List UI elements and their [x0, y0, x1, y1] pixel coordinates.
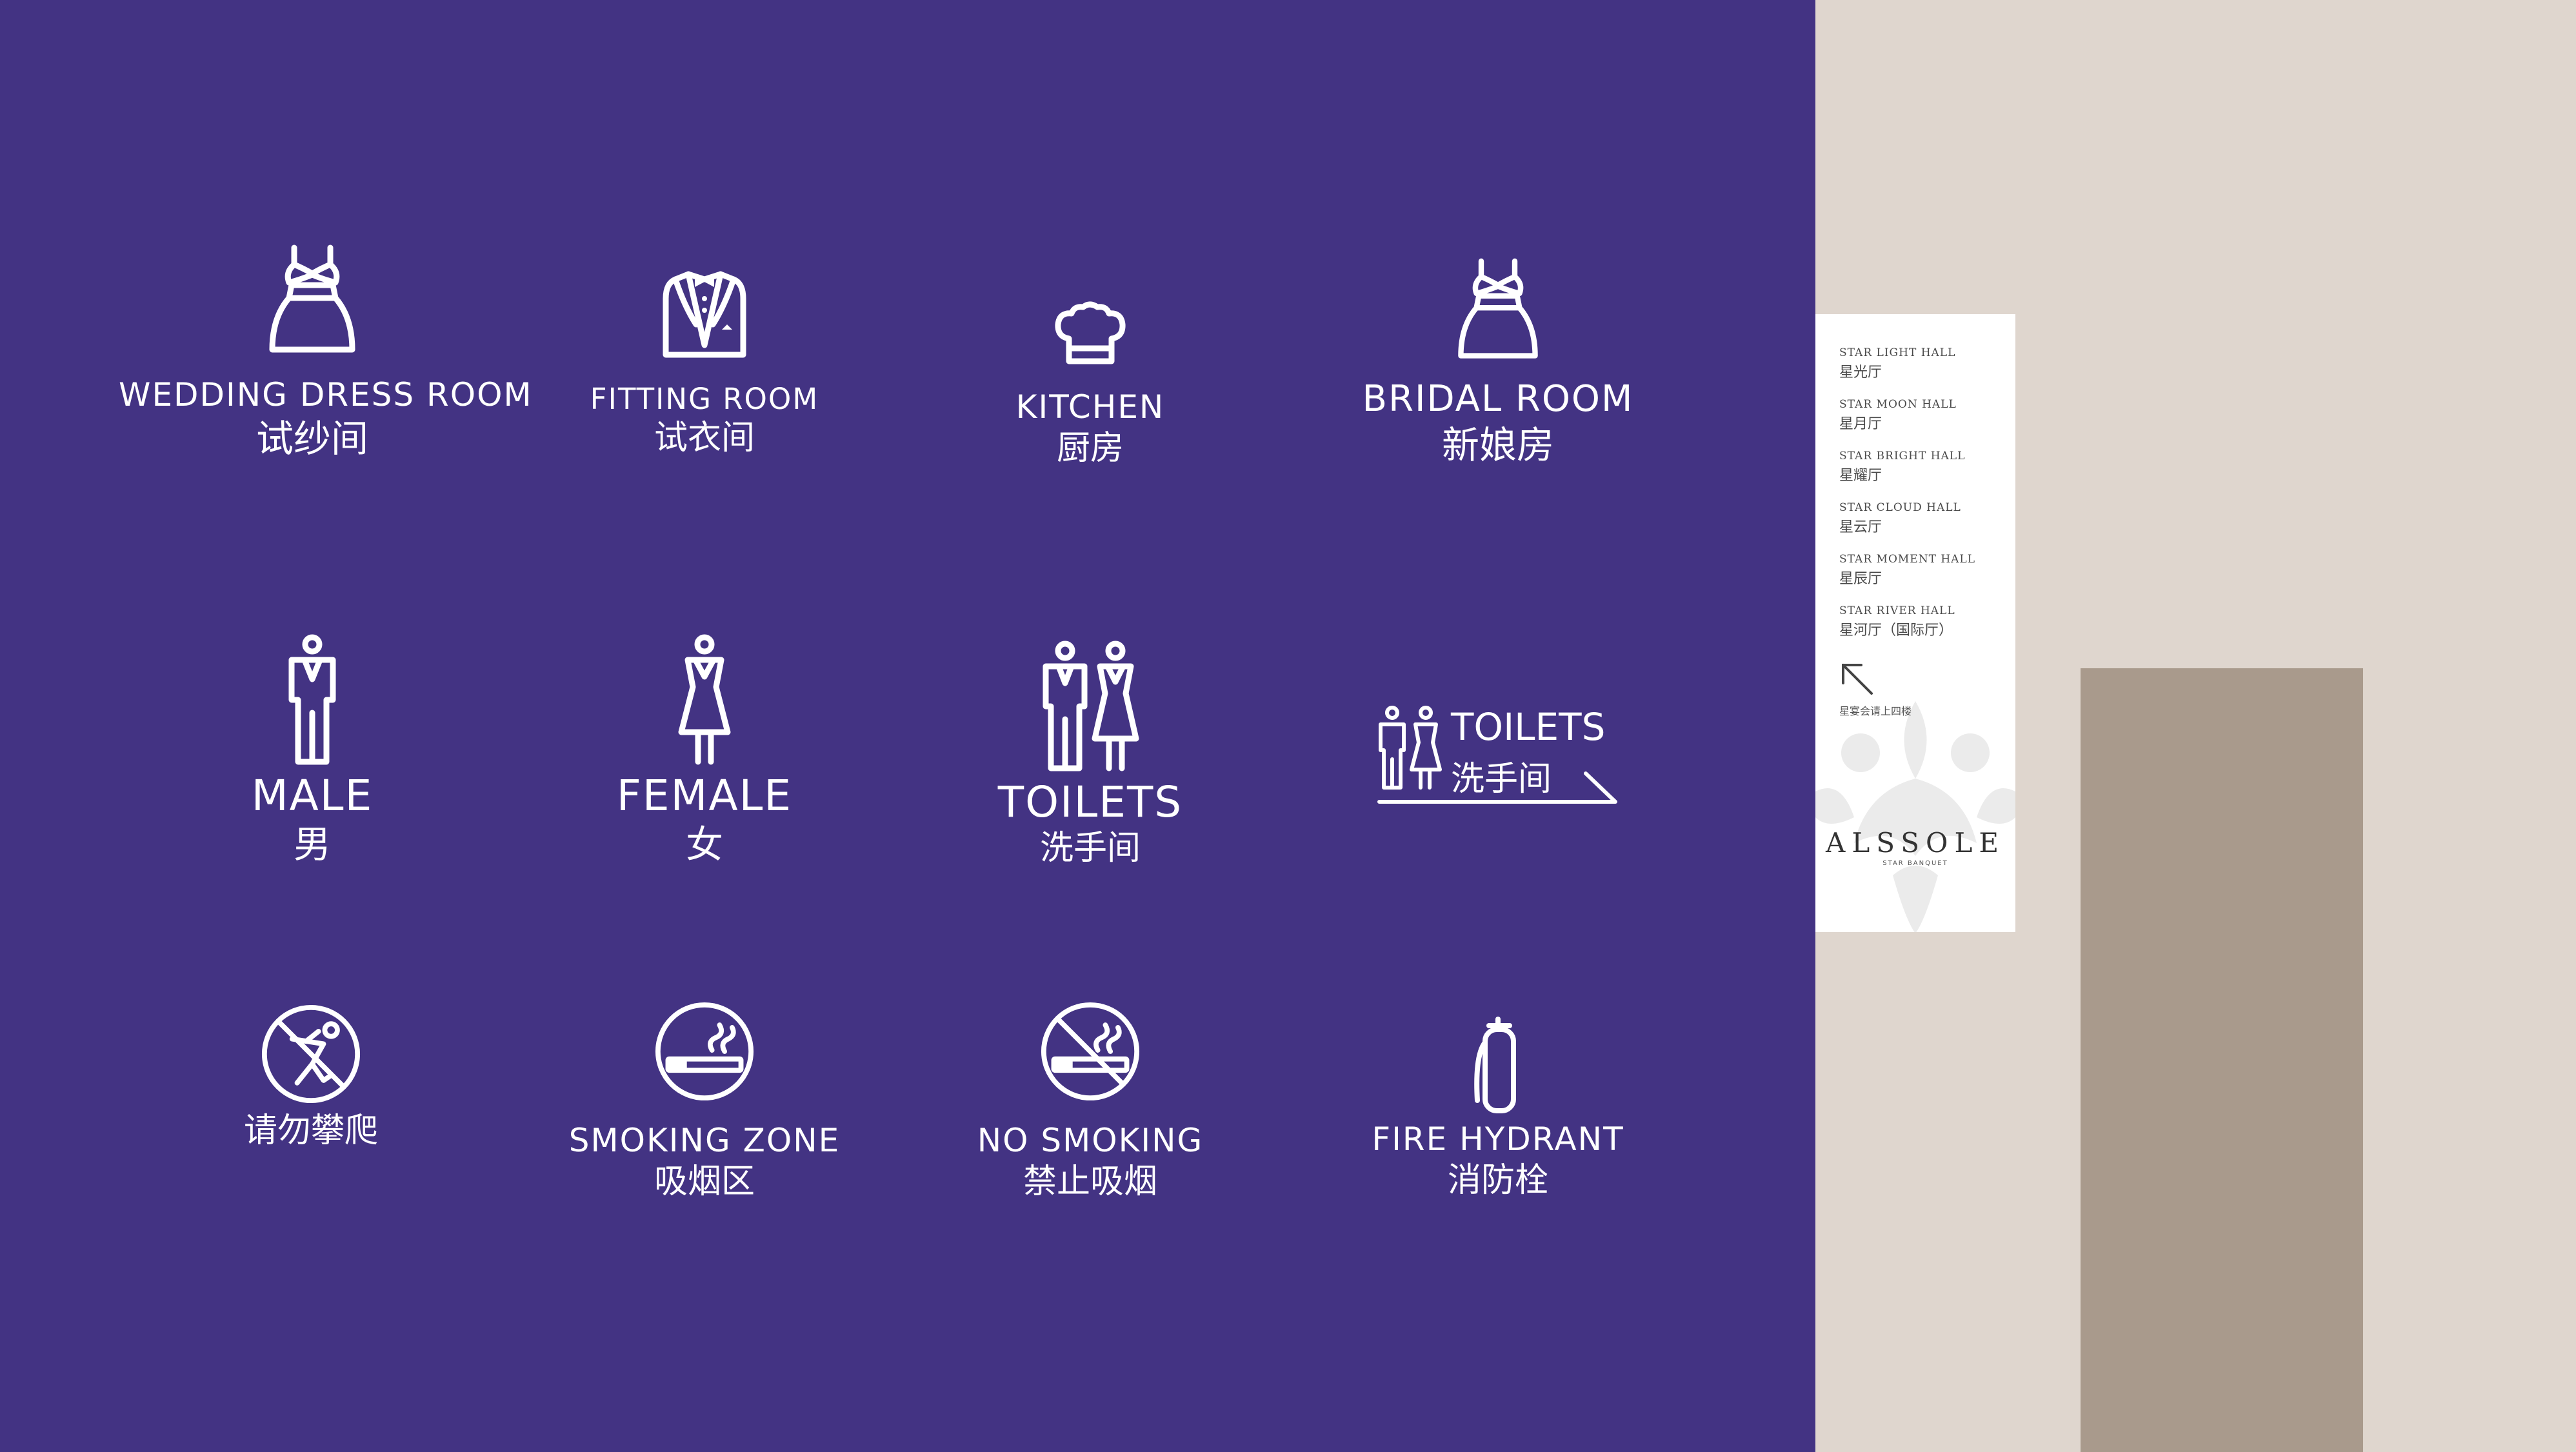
sign-label-zh: 禁止吸烟 [1023, 1162, 1157, 1201]
hall-item: STAR CLOUD HALL 星云厅 [1839, 501, 1961, 536]
sign-label-zh: 新娘房 [1441, 423, 1554, 467]
sign-fire-hydrant: FIRE HYDRANT 消防栓 [1304, 1017, 1692, 1200]
male-figure-icon [288, 634, 336, 765]
sign-label-zh: 洗手间 [1039, 829, 1141, 868]
hall-name-en: STAR RIVER HALL [1839, 604, 1955, 617]
sign-label-en: KITCHEN [1015, 388, 1165, 426]
sign-male: MALE 男 [119, 634, 506, 867]
toilets-direction-en: TOILETS [1451, 705, 1606, 749]
sign-bridal-room: BRIDAL ROOM 新娘房 [1304, 258, 1692, 466]
hall-name-zh: 星耀厅 [1839, 468, 1882, 484]
tuxedo-icon [663, 271, 746, 358]
sign-kitchen: KITCHEN 厨房 [897, 301, 1284, 468]
hall-name-en: STAR MOMENT HALL [1839, 553, 1975, 566]
fire-extinguisher-icon [1474, 1017, 1516, 1113]
cigarette-icon [655, 1002, 754, 1101]
sign-label-zh: 女 [685, 822, 723, 867]
sign-label-en: TOILETS [997, 777, 1183, 827]
sign-label-zh: 厨房 [1056, 428, 1124, 468]
sign-toilets: TOILETS 洗手间 [897, 641, 1284, 868]
sign-label-zh: 请勿攀爬 [243, 1111, 378, 1150]
sign-label-en: FEMALE [616, 771, 793, 820]
sign-label-zh: 试纱间 [255, 416, 368, 461]
hall-name-zh: 星云厅 [1839, 519, 1882, 535]
sign-no-climbing: 请勿攀爬 [117, 1004, 504, 1151]
brand-tagline: STAR BANQUET [1882, 860, 1948, 867]
hall-item: STAR LIGHT HALL 星光厅 [1839, 346, 1955, 381]
dress-icon [1458, 258, 1538, 359]
dress-icon [269, 244, 355, 353]
hall-name-zh: 星辰厅 [1839, 571, 1882, 587]
sign-smoking-zone: SMOKING ZONE 吸烟区 [511, 1001, 898, 1201]
sign-label-en: WEDDING DRESS ROOM [119, 376, 533, 413]
hall-item: STAR MOON HALL 星月厅 [1839, 398, 1957, 433]
chef-hat-icon [1055, 301, 1126, 364]
sign-label-zh: 试衣间 [654, 419, 755, 458]
sign-wedding-dress-room: WEDDING DRESS ROOM 试纱间 [119, 244, 533, 461]
sign-label-en: BRIDAL ROOM [1362, 378, 1634, 420]
hall-item: STAR BRIGHT HALL 星耀厅 [1839, 450, 1965, 484]
sign-label-zh: 吸烟区 [654, 1162, 755, 1201]
toilets-direction-zh: 洗手间 [1451, 760, 1552, 799]
sign-female: FEMALE 女 [511, 634, 898, 867]
hall-name-zh: 星月厅 [1839, 416, 1882, 432]
hall-name-en: STAR CLOUD HALL [1839, 501, 1961, 514]
sign-fitting-room: FITTING ROOM 试衣间 [511, 268, 898, 458]
wayfinding-sign: STAR LIGHT HALL 星光厅 STAR MOON HALL 星月厅 S… [1815, 314, 2015, 932]
sign-label-en: FITTING ROOM [590, 382, 819, 416]
no-climbing-icon [261, 1004, 361, 1104]
hall-name-en: STAR BRIGHT HALL [1839, 450, 1966, 462]
hall-name-en: STAR LIGHT HALL [1839, 346, 1956, 359]
floor-note: 星宴会请上四楼 [1839, 705, 1912, 717]
female-figure-icon [678, 634, 731, 765]
sign-label-zh: 消防栓 [1447, 1160, 1548, 1200]
arrow-up-left-icon [1842, 664, 1873, 695]
brand-logo: ALSSOLE [1825, 827, 2005, 859]
hall-name-zh: 星光厅 [1839, 364, 1882, 381]
hall-item: STAR RIVER HALL 星河厅（国际厅） [1839, 604, 1955, 639]
hall-name-en: STAR MOON HALL [1839, 398, 1957, 411]
sign-label-en: NO SMOKING [977, 1122, 1204, 1159]
no-smoking-icon [1041, 1002, 1140, 1101]
sign-label-en: SMOKING ZONE [568, 1122, 841, 1159]
pillar [2081, 668, 2363, 1452]
hall-item: STAR MOMENT HALL 星辰厅 [1839, 553, 1975, 588]
sign-label-en: FIRE HYDRANT [1372, 1120, 1624, 1158]
sign-toilets-direction: TOILETS 洗手间 [1377, 705, 1623, 808]
sign-label-zh: 男 [293, 822, 331, 867]
sign-label-en: MALE [251, 771, 374, 820]
hall-name-zh: 星河厅（国际厅） [1839, 622, 1953, 639]
toilet-figures-icon [1043, 641, 1139, 771]
sign-no-smoking: NO SMOKING 禁止吸烟 [897, 1001, 1284, 1201]
